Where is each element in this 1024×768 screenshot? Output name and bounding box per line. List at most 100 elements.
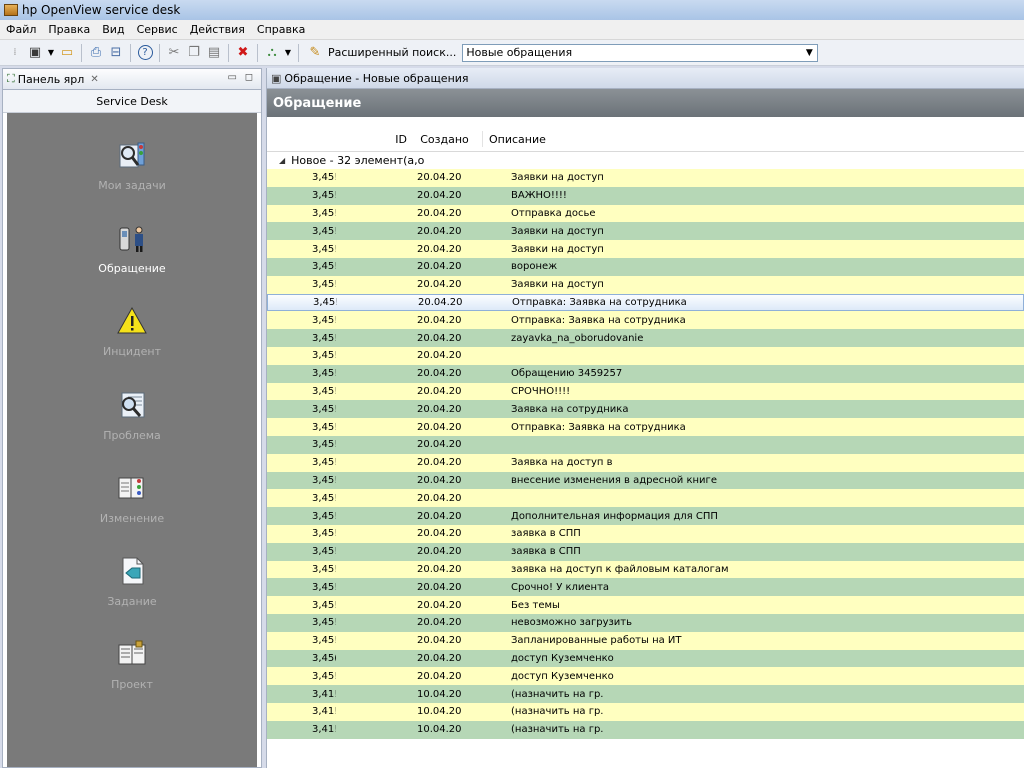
menu-actions[interactable]: Действия: [184, 23, 251, 36]
menu-file[interactable]: Файл: [0, 23, 42, 36]
cell-description: невозможно загрузить: [511, 617, 633, 629]
cell-created: 20.04.20: [417, 670, 462, 682]
cell-created: 20.04.20: [417, 350, 462, 362]
print-icon[interactable]: ⊟: [107, 44, 125, 62]
print-preview-icon[interactable]: ⎙: [87, 44, 105, 62]
nav-label-project: Проект: [111, 678, 153, 691]
collapse-triangle-icon[interactable]: ◢: [279, 156, 285, 165]
cut-icon[interactable]: ✂: [165, 44, 183, 62]
cell-id: 3,45!: [312, 243, 336, 255]
table-row[interactable]: 3,41! 10.04.20 (назначить на гр.: [267, 702, 1024, 721]
table-row[interactable]: 3,45! 20.04.20 СРОЧНО!!!!: [267, 382, 1024, 401]
nav-item-change[interactable]: Изменение: [7, 466, 257, 546]
nav-item-project[interactable]: Проект: [7, 632, 257, 712]
cell-created: 20.04.20: [417, 279, 462, 291]
nav-item-incident[interactable]: Инцидент: [7, 299, 257, 379]
table-body: 3,45! 20.04.20 Заявки на доступ 3,45! 20.04.…: [267, 169, 1024, 739]
cell-description: доступ Куземченко: [511, 670, 614, 682]
cell-created: 20.04.20: [417, 652, 462, 664]
view-dropdown-icon[interactable]: ▼: [283, 44, 293, 62]
nav-item-my-tasks[interactable]: Мои задачи: [7, 133, 257, 213]
table-row[interactable]: 3,45! 20.04.20: [267, 346, 1024, 365]
table-row[interactable]: 3,45! 20.04.20 заявка в СПП: [267, 524, 1024, 543]
cell-created: 20.04.20: [417, 243, 462, 255]
cell-id: 3,45!: [312, 332, 336, 344]
copy-icon[interactable]: ❐: [185, 44, 203, 62]
table-row[interactable]: 3,45! 20.04.20 Заявка на доступ в: [267, 453, 1024, 472]
table-row[interactable]: 3,45! 20.04.20 Запланированные работы на И…: [267, 631, 1024, 650]
service-desk-header: Service Desk: [3, 90, 261, 113]
service-call-view-tab[interactable]: ▣ Обращение - Новые обращения: [267, 68, 1024, 89]
view-title: Обращение: [273, 95, 362, 111]
table-row[interactable]: 3,45! 20.04.20: [267, 489, 1024, 508]
cell-description: заявка в СПП: [511, 528, 581, 540]
table-row[interactable]: 3,45! 20.04.20 Отправка досье: [267, 204, 1024, 223]
service-call-icon: [116, 222, 148, 254]
table-row[interactable]: 3,45! 20.04.20 Срочно! У клиента: [267, 578, 1024, 597]
nav-item-problem[interactable]: Проблема: [7, 383, 257, 463]
cell-description: воронеж: [511, 261, 558, 273]
minimize-icon[interactable]: ▭: [228, 72, 237, 83]
table-row[interactable]: 3,45! 20.04.20 Заявки на доступ: [267, 275, 1024, 294]
cell-description: Заявки на доступ: [511, 243, 604, 255]
table-row[interactable]: 3,45! 20.04.20 Дополнительная информация д…: [267, 507, 1024, 525]
column-divider[interactable]: [482, 131, 483, 147]
table-row[interactable]: 3,45! 20.04.20 доступ Куземченко: [267, 667, 1024, 686]
nav-item-service-call[interactable]: Обращение: [7, 216, 257, 296]
column-header-id[interactable]: ID: [267, 133, 407, 146]
cell-created: 20.04.20: [417, 403, 462, 415]
chevron-down-icon[interactable]: ▼: [801, 45, 817, 61]
column-header-created[interactable]: Создано: [407, 133, 482, 146]
table-row[interactable]: 3,45! 20.04.20 Заявки на доступ: [267, 222, 1024, 241]
cell-description: СРОЧНО!!!!: [511, 385, 571, 397]
group-row-new[interactable]: ◢ Новое - 32 элемент(а,о: [267, 152, 1024, 169]
table-row[interactable]: 3,41! 10.04.20 (назначить на гр.: [267, 685, 1024, 703]
close-icon[interactable]: ✕: [90, 74, 98, 85]
table-row[interactable]: 3,45! 20.04.20 Заявки на доступ: [267, 169, 1024, 187]
menu-help[interactable]: Справка: [251, 23, 311, 36]
cell-id: 3,45!: [312, 617, 336, 629]
cell-id: 3,45!: [312, 439, 336, 451]
toolbar-separator: [159, 43, 160, 62]
menu-service[interactable]: Сервис: [131, 23, 184, 36]
table-row[interactable]: 3,45! 20.04.20 zayavka_na_oborudovanie: [267, 329, 1024, 347]
cell-id: 3,45!: [312, 261, 336, 273]
maximize-icon[interactable]: ◻: [245, 72, 253, 83]
shortcut-panel-tab[interactable]: ⛶ Панель ярл ✕ ▭ ◻: [3, 69, 261, 90]
cell-description: ВАЖНО!!!!: [511, 190, 567, 202]
table-row[interactable]: 3,41! 10.04.20 (назначить на гр.: [267, 720, 1024, 739]
help-icon[interactable]: ?: [136, 44, 154, 62]
table-row[interactable]: 3,45! 20.04.20 ВАЖНО!!!!: [267, 186, 1024, 205]
table-row[interactable]: 3,45! 20.04.20 Заявки на доступ: [267, 240, 1024, 258]
menu-edit[interactable]: Правка: [42, 23, 96, 36]
view-selector-combo[interactable]: Новые обращения ▼: [462, 43, 819, 62]
cell-created: 20.04.20: [417, 332, 462, 344]
problem-icon: [116, 389, 148, 421]
new-item-dropdown-icon[interactable]: ▼: [46, 44, 56, 62]
shortcut-panel: ⛶ Панель ярл ✕ ▭ ◻ Service Desk Мои зада…: [2, 68, 262, 768]
column-header-description[interactable]: Описание: [489, 133, 546, 146]
paste-icon[interactable]: ▤: [205, 44, 223, 62]
table-row[interactable]: 3,45! 20.04.20 воронеж: [267, 257, 1024, 276]
table-row[interactable]: 3,45! 20.04.20: [267, 435, 1024, 454]
cell-created: 20.04.20: [417, 385, 462, 397]
delete-icon[interactable]: ✖: [234, 44, 252, 62]
new-item-icon[interactable]: ▣: [26, 44, 44, 62]
table-row[interactable]: 3,45! 20.04.20 Обращению 3459257: [267, 364, 1024, 383]
table-row[interactable]: 3,45! 20.04.20 Отправка: Заявка на сотрудн…: [267, 293, 1024, 312]
table-row[interactable]: 3,45! 20.04.20 Заявка на сотрудника: [267, 400, 1024, 419]
table-row[interactable]: 3,45! 20.04.20 заявка на доступ к файловым…: [267, 560, 1024, 579]
menu-view[interactable]: Вид: [96, 23, 130, 36]
view-tree-icon[interactable]: ⛬: [263, 44, 281, 62]
table-row[interactable]: 3,45! 20.04.20 внесение изменения в адресн…: [267, 471, 1024, 490]
table-row[interactable]: 3,45(20.04.20 доступ Куземченко: [267, 649, 1024, 668]
nav-item-work-order[interactable]: Задание: [7, 549, 257, 629]
table-row[interactable]: 3,45! 20.04.20 Отправка: Заявка на сотрудн…: [267, 311, 1024, 330]
table-row[interactable]: 3,45! 20.04.20 заявка в СПП: [267, 542, 1024, 561]
advanced-search-button[interactable]: ✎ Расширенный поиск...: [305, 44, 457, 62]
cell-description: Заявки на доступ: [511, 279, 604, 291]
table-row[interactable]: 3,45! 20.04.20 Без темы: [267, 596, 1024, 614]
open-folder-icon[interactable]: ▭: [58, 44, 76, 62]
table-row[interactable]: 3,45! 20.04.20 Отправка: Заявка на сотрудн…: [267, 418, 1024, 436]
table-row[interactable]: 3,45! 20.04.20 невозможно загрузить: [267, 613, 1024, 632]
